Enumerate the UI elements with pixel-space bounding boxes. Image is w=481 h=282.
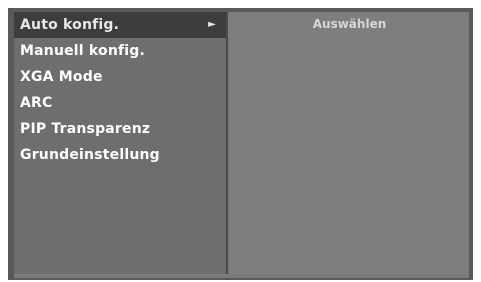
submenu-option-auswaehlen[interactable]: Auswählen [230, 12, 469, 36]
menu-item-label: Auto konfig. [20, 17, 120, 33]
menu-item-grundeinstellung[interactable]: Grundeinstellung [14, 142, 226, 168]
osd-frame: Auto konfig. ► Manuell konfig. XGA Mode … [14, 12, 469, 278]
menu-item-label: Manuell konfig. [20, 43, 146, 59]
submenu-arrow-icon: ► [208, 19, 216, 30]
menu-item-label: XGA Mode [20, 69, 103, 85]
menu-item-xga-mode[interactable]: XGA Mode [14, 64, 226, 90]
submenu-panel: Auswählen [230, 12, 469, 274]
osd-menu: Auto konfig. ► Manuell konfig. XGA Mode … [8, 8, 473, 280]
menu-item-pip-transparenz[interactable]: PIP Transparenz [14, 116, 226, 142]
menu-item-label: ARC [20, 95, 53, 111]
menu-item-label: PIP Transparenz [20, 121, 151, 137]
main-menu: Auto konfig. ► Manuell konfig. XGA Mode … [14, 12, 228, 274]
menu-item-label: Grundeinstellung [20, 147, 160, 163]
menu-item-auto-konfig[interactable]: Auto konfig. ► [14, 12, 226, 38]
menu-item-manuell-konfig[interactable]: Manuell konfig. [14, 38, 226, 64]
menu-item-arc[interactable]: ARC [14, 90, 226, 116]
